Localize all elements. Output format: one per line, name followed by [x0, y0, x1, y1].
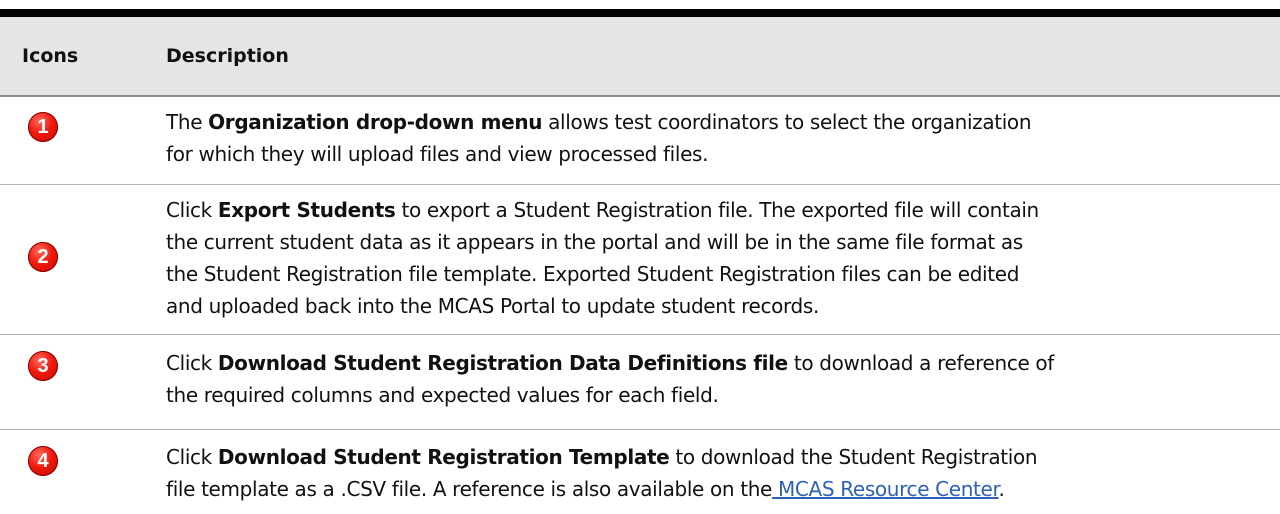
column-header-icons: Icons [22, 45, 79, 67]
table-header: Icons Description [0, 17, 1280, 97]
table-row: 2 Click Export Students to export a Stud… [0, 185, 1280, 335]
number-one-icon: 1 [28, 112, 58, 142]
top-rule [0, 9, 1280, 17]
description-line: Click Download Student Registration Data… [166, 351, 1054, 375]
description-line: Click Download Student Registration Temp… [166, 445, 1038, 469]
row-description: Click Download Student Registration Data… [166, 347, 1266, 411]
description-line: and uploaded back into the MCAS Portal t… [166, 294, 819, 318]
table-row: 4 Click Download Student Registration Te… [0, 430, 1280, 514]
number-four-icon: 4 [28, 446, 58, 476]
bold-term: Download Student Registration Template [217, 445, 670, 469]
description-line: the current student data as it appears i… [166, 230, 1023, 254]
bold-term: Export Students [217, 198, 396, 222]
description-line: file template as a .CSV file. A referenc… [166, 477, 1005, 501]
table-row: 3 Click Download Student Registration Da… [0, 335, 1280, 430]
column-header-description: Description [166, 45, 289, 67]
row-description: Click Download Student Registration Temp… [166, 441, 1266, 505]
bold-term: Organization drop-down menu [208, 110, 543, 134]
table-row: 1 The Organization drop-down menu allows… [0, 97, 1280, 185]
description-line: for which they will upload files and vie… [166, 142, 709, 166]
description-line: Click Export Students to export a Studen… [166, 198, 1039, 222]
number-three-icon: 3 [28, 351, 58, 381]
description-line: the required columns and expected values… [166, 383, 719, 407]
description-line: the Student Registration file template. … [166, 262, 1020, 286]
number-two-icon: 2 [28, 242, 58, 272]
bold-term: Download Student Registration Data Defin… [217, 351, 788, 375]
row-description: Click Export Students to export a Studen… [166, 194, 1266, 322]
description-line: The Organization drop-down menu allows t… [166, 110, 1032, 134]
mcas-resource-center-link[interactable]: MCAS Resource Center [772, 477, 999, 501]
row-description: The Organization drop-down menu allows t… [166, 106, 1266, 170]
